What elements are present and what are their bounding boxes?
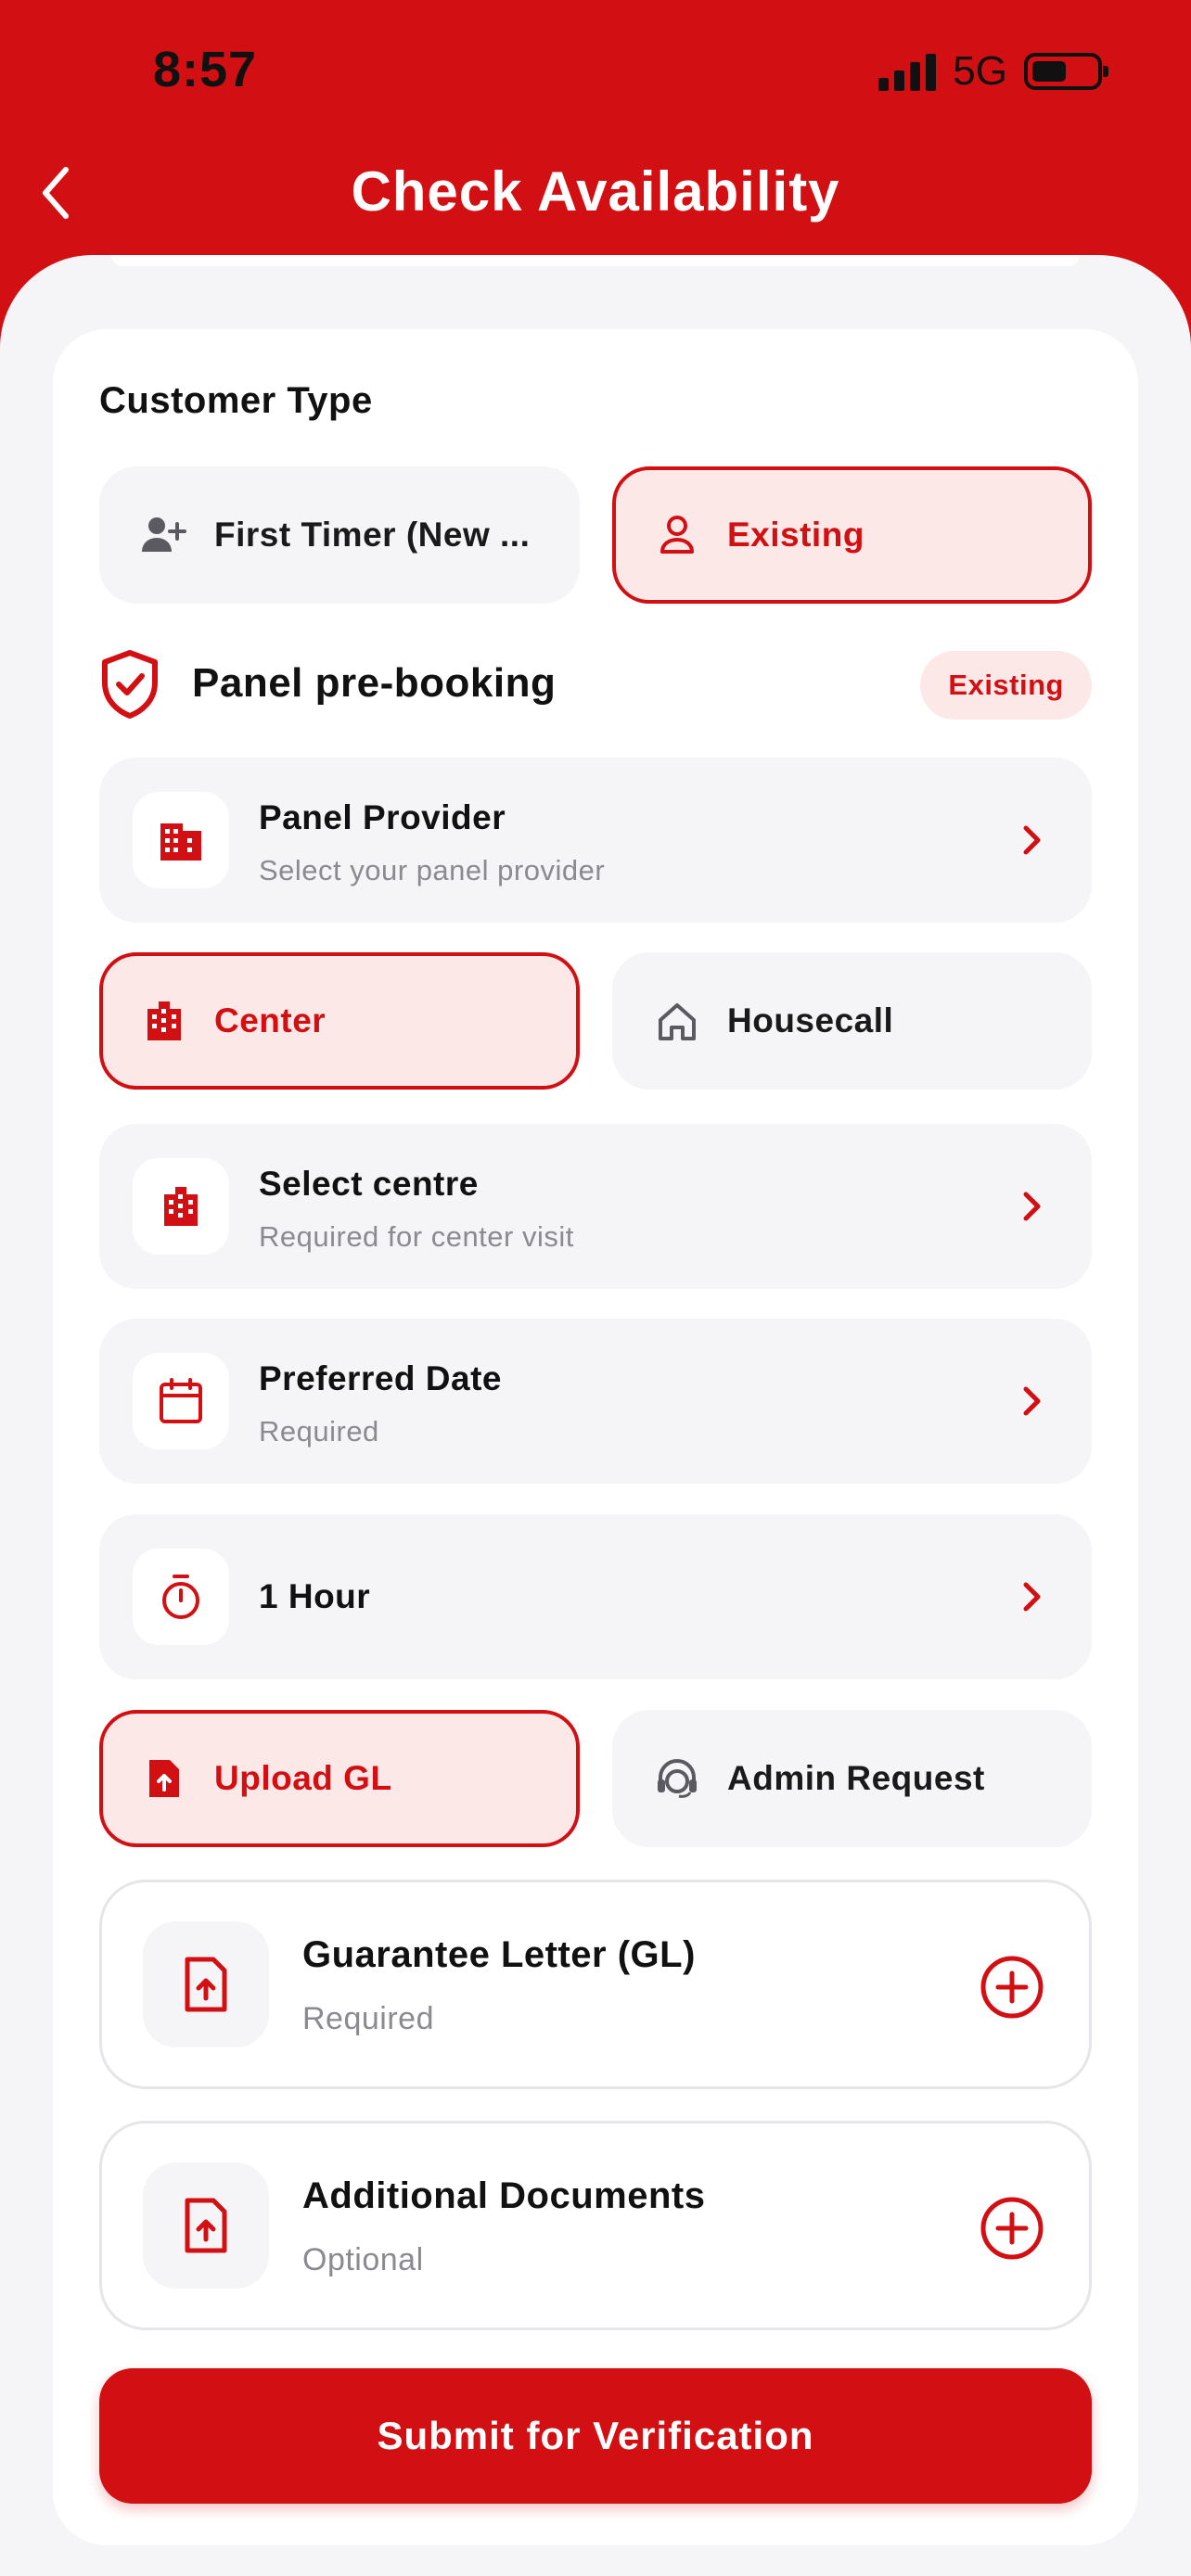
calendar-icon xyxy=(133,1353,229,1449)
select-centre-subtitle: Required for center visit xyxy=(259,1220,574,1253)
panel-provider-subtitle: Select your panel provider xyxy=(259,854,606,886)
gl-mode-admin-request[interactable]: Admin Request xyxy=(612,1710,1092,1847)
panel-provider-title: Panel Provider xyxy=(259,798,506,836)
shield-check-icon xyxy=(102,650,158,719)
signal-icon xyxy=(878,52,937,91)
customer-type-existing[interactable]: Existing xyxy=(612,466,1092,604)
battery-icon xyxy=(1024,53,1108,90)
building-icon xyxy=(133,1158,229,1255)
add-circle-icon[interactable] xyxy=(980,2196,1044,2261)
guarantee-letter-subtitle: Required xyxy=(302,2001,434,2036)
customer-type-existing-label: Existing xyxy=(727,516,864,554)
duration-title: 1 Hour xyxy=(259,1577,371,1615)
add-circle-icon[interactable] xyxy=(980,1955,1044,2020)
file-upload-icon xyxy=(143,1921,269,2047)
status-time: 8:57 xyxy=(153,42,258,97)
visit-type-housecall-label: Housecall xyxy=(727,1001,894,1039)
gl-mode-upload[interactable]: Upload GL xyxy=(99,1710,580,1847)
customer-type-first-timer[interactable]: First Timer (New ... xyxy=(99,466,580,604)
chevron-right-icon xyxy=(1014,1183,1051,1230)
file-upload-icon xyxy=(143,2162,269,2289)
gl-mode-upload-label: Upload GL xyxy=(214,1759,392,1797)
preferred-date-subtitle: Required xyxy=(259,1415,379,1447)
add-user-icon xyxy=(138,509,190,561)
building-icon xyxy=(133,792,229,888)
additional-documents-title: Additional Documents xyxy=(302,2175,706,2216)
preferred-date-title: Preferred Date xyxy=(259,1359,503,1397)
customer-type-label: Customer Type xyxy=(99,380,373,421)
guarantee-letter-title: Guarantee Letter (GL) xyxy=(302,1934,696,1975)
additional-documents-subtitle: Optional xyxy=(302,2242,424,2277)
header: 8:57 5G Check Availability xyxy=(0,0,1191,297)
chevron-right-icon xyxy=(1014,1378,1051,1424)
file-upload-icon xyxy=(138,1753,190,1804)
panel-prebooking-header: Panel pre-booking Existing xyxy=(99,649,1092,723)
visit-type-housecall[interactable]: Housecall xyxy=(612,952,1092,1090)
visit-type-center[interactable]: Center xyxy=(99,952,580,1090)
duration-row[interactable]: 1 Hour xyxy=(99,1514,1092,1679)
guarantee-letter-upload[interactable]: Guarantee Letter (GL) Required xyxy=(99,1880,1092,2089)
preferred-date-row[interactable]: Preferred Date Required xyxy=(99,1319,1092,1484)
status-indicators: 5G xyxy=(878,48,1108,95)
timer-icon xyxy=(133,1549,229,1645)
gl-mode-admin-request-label: Admin Request xyxy=(727,1759,985,1797)
submit-button[interactable]: Submit for Verification xyxy=(99,2368,1092,2504)
chevron-right-icon xyxy=(1014,817,1051,863)
home-icon xyxy=(651,995,703,1047)
support-agent-icon xyxy=(651,1753,703,1804)
page-title: Check Availability xyxy=(351,160,840,223)
panel-prebooking-title: Panel pre-booking xyxy=(192,660,557,706)
panel-provider-row[interactable]: Panel Provider Select your panel provide… xyxy=(99,758,1092,923)
network-label: 5G xyxy=(953,48,1007,94)
customer-type-first-timer-label: First Timer (New ... xyxy=(214,516,531,554)
user-icon xyxy=(651,509,703,561)
sheet-handle xyxy=(111,255,1080,266)
chevron-right-icon xyxy=(1014,1574,1051,1620)
select-centre-row[interactable]: Select centre Required for center visit xyxy=(99,1124,1092,1289)
status-badge: Existing xyxy=(920,651,1092,720)
select-centre-title: Select centre xyxy=(259,1165,479,1203)
visit-type-center-label: Center xyxy=(214,1001,327,1039)
additional-documents-upload[interactable]: Additional Documents Optional xyxy=(99,2121,1092,2330)
building-icon xyxy=(138,995,190,1047)
booking-card: Customer Type First Timer (New ... Exist… xyxy=(53,329,1138,2545)
